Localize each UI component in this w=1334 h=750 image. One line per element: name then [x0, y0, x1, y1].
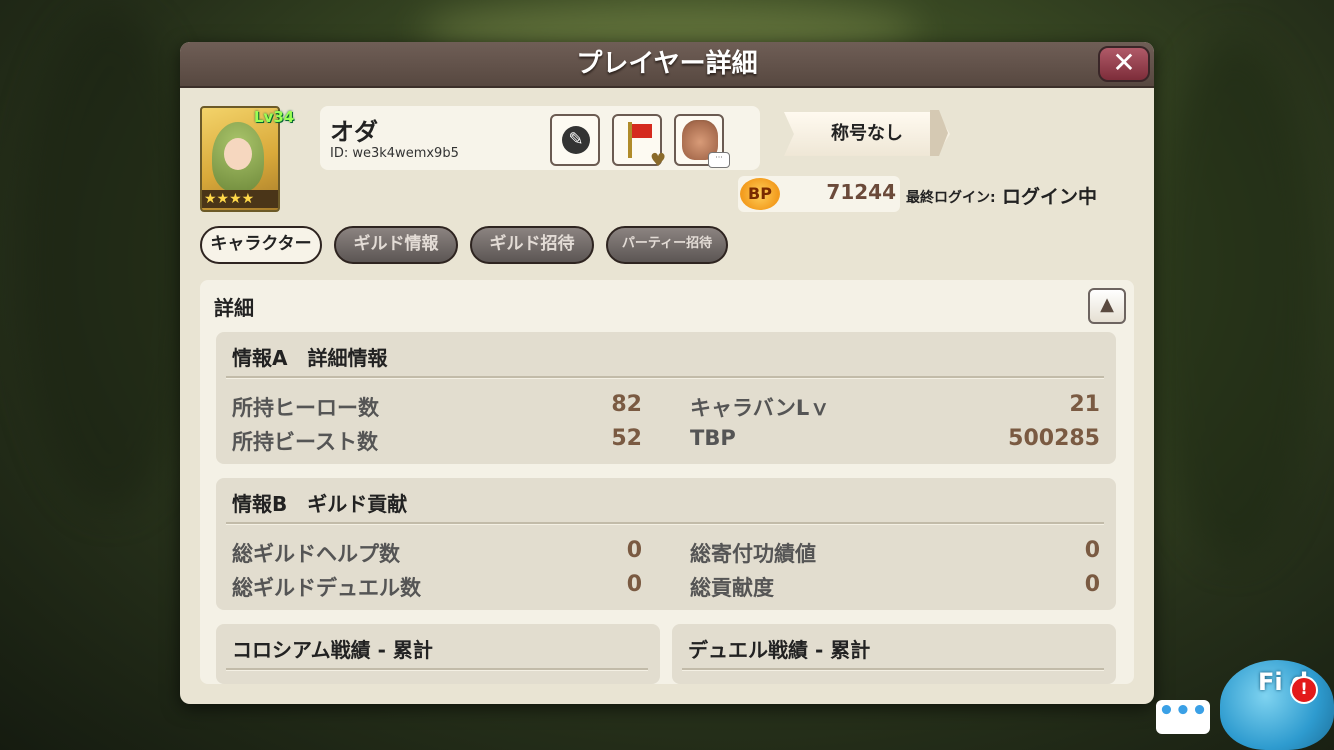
- info-b-card: 情報B ギルド貢献 総ギルドヘルプ数 0 総ギルドデュエル数 0 総寄付功績値 …: [216, 478, 1116, 610]
- edit-button[interactable]: ✎: [550, 114, 600, 166]
- player-name: オダ: [330, 118, 378, 146]
- speech-bubble-icon: ···: [708, 152, 730, 168]
- stat-value-guild-help: 0: [626, 538, 642, 563]
- bp-icon: BP: [740, 178, 780, 210]
- chat-portrait-button[interactable]: ···: [674, 114, 730, 168]
- bp-value: 71244: [826, 180, 896, 204]
- stat-label-contribution: 総貢献度: [690, 576, 774, 600]
- tab-guild-info[interactable]: ギルド情報: [334, 226, 458, 264]
- stat-value-contribution: 0: [1084, 572, 1100, 597]
- heart-icon: ♥: [650, 150, 667, 171]
- stat-label-donation: 総寄付功績値: [690, 542, 816, 566]
- tab-character[interactable]: キャラクター: [200, 226, 322, 264]
- duel-card: デュエル戦績 - 累計: [672, 624, 1116, 684]
- rarity-stars: ★★★★: [202, 190, 278, 208]
- last-login-label: 最終ログイン:: [906, 190, 996, 206]
- info-a-header: 情報A 詳細情報: [232, 346, 388, 370]
- last-login-status: ログイン中: [1002, 186, 1098, 208]
- stat-label-guild-duel: 総ギルドデュエル数: [232, 576, 421, 600]
- stat-value-tbp: 500285: [1008, 426, 1100, 451]
- stat-value-heroes: 82: [611, 392, 642, 417]
- title-badge-text: 称号なし: [831, 123, 903, 144]
- tab-guild-invite[interactable]: ギルド招待: [470, 226, 594, 264]
- player-id: ID: we3k4wemx9b5: [330, 146, 459, 161]
- guild-flag-button[interactable]: ♥: [612, 114, 666, 171]
- divider: [226, 522, 1104, 525]
- background-tree: [1150, 40, 1320, 560]
- chat-button[interactable]: •••: [1156, 698, 1210, 734]
- alert-icon: !: [1290, 676, 1318, 704]
- stat-label-heroes: 所持ヒーロー数: [232, 396, 379, 420]
- level-badge: Lv34: [254, 108, 295, 126]
- info-b-header: 情報B ギルド貢献: [232, 492, 408, 516]
- stat-value-guild-duel: 0: [626, 572, 642, 597]
- avatar-face: [224, 138, 252, 170]
- details-panel: 詳細 ▲ 情報A 詳細情報 所持ヒーロー数 82 所持ビースト数 52 キャラバ…: [200, 280, 1134, 684]
- stat-label-beasts: 所持ビースト数: [232, 430, 378, 454]
- details-label: 詳細: [214, 296, 254, 320]
- duel-header: デュエル戦績 - 累計: [688, 638, 871, 662]
- divider: [226, 376, 1104, 379]
- background-tree: [20, 10, 200, 510]
- tab-party-invite[interactable]: パーティー招待: [606, 226, 728, 264]
- colosseum-card: コロシアム戦績 - 累計: [216, 624, 660, 684]
- stat-label-tbp: TBP: [690, 426, 736, 450]
- pen-icon: ✎: [562, 126, 590, 154]
- stat-value-caravan-lv: 21: [1069, 392, 1100, 417]
- stat-label-guild-help: 総ギルドヘルプ数: [232, 542, 400, 566]
- collapse-button[interactable]: ▲: [1088, 288, 1126, 324]
- player-detail-dialog: プレイヤー詳細 ✕ Lv34 ★★★★ オダ ID: we3k4wemx9b5 …: [180, 42, 1154, 704]
- close-button[interactable]: ✕: [1098, 46, 1150, 82]
- info-a-card: 情報A 詳細情報 所持ヒーロー数 82 所持ビースト数 52 キャラバンLｖ 2…: [216, 332, 1116, 464]
- guild-flag-icon: [632, 124, 652, 138]
- divider: [682, 668, 1104, 671]
- stat-value-donation: 0: [1084, 538, 1100, 563]
- colosseum-header: コロシアム戦績 - 累計: [232, 638, 433, 662]
- player-avatar[interactable]: Lv34 ★★★★: [200, 106, 294, 212]
- stat-value-beasts: 52: [611, 426, 642, 451]
- stat-label-caravan-lv: キャラバンLｖ: [690, 396, 831, 420]
- dialog-title: プレイヤー詳細: [576, 49, 758, 79]
- divider: [226, 668, 648, 671]
